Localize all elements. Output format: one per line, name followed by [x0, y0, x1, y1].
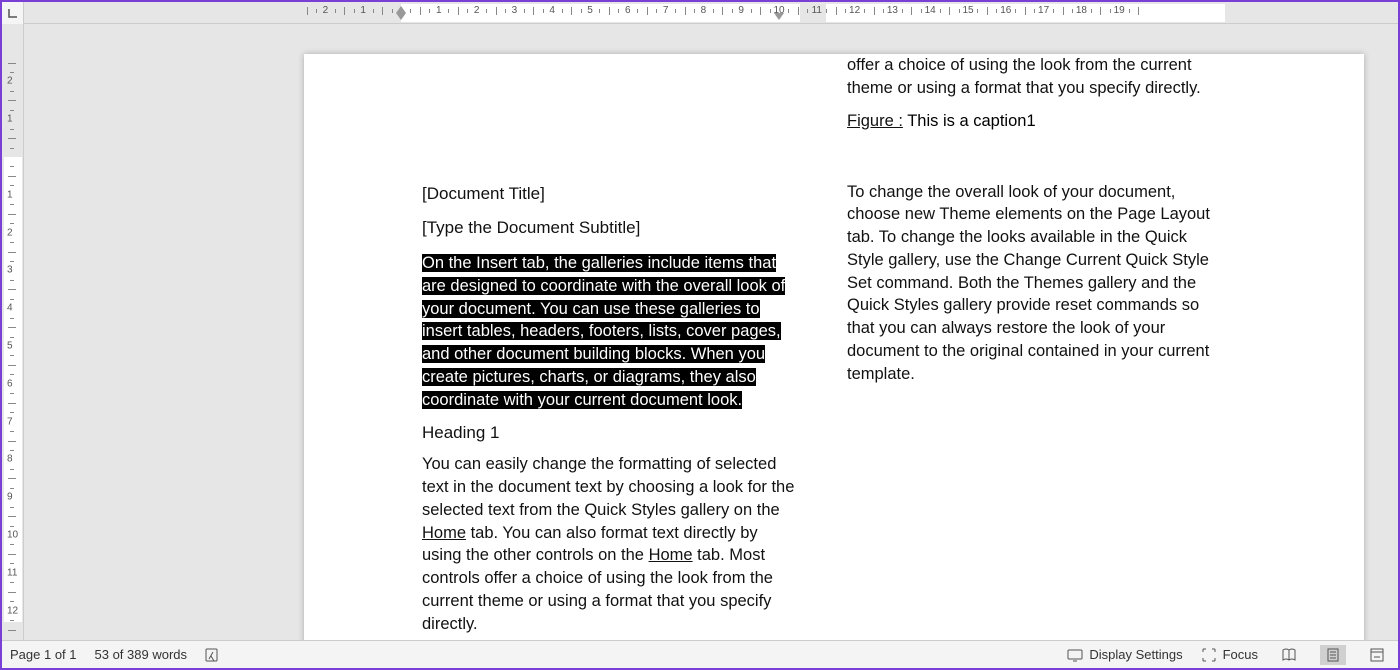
h-ruler-number: 15 — [962, 5, 973, 16]
v-ruler-number: 4 — [7, 303, 13, 314]
h-ruler-number: 14 — [925, 5, 936, 16]
v-ruler-number: 1 — [7, 189, 13, 200]
figure-caption-text: This is a caption1 — [903, 112, 1036, 130]
v-ruler-number: 2 — [7, 227, 13, 238]
v-ruler-number: 11 — [7, 567, 17, 578]
v-ruler-number: 10 — [7, 530, 18, 541]
v-ruler-number: 8 — [7, 454, 13, 465]
display-settings-button[interactable]: Display Settings — [1067, 647, 1182, 663]
h-ruler-number: 19 — [1114, 5, 1125, 16]
h-ruler-number: 12 — [849, 5, 860, 16]
v-ruler-number: 12 — [7, 605, 18, 616]
page: [Document Title] [Type the Document Subt… — [304, 54, 1364, 640]
focus-button[interactable]: Focus — [1201, 647, 1258, 663]
document-title-placeholder[interactable]: [Document Title] — [422, 184, 797, 204]
h-ruler-number: 2 — [474, 5, 480, 16]
h-ruler-number: 13 — [887, 5, 898, 16]
column-2: offer a choice of using the look from th… — [847, 54, 1222, 640]
paragraph-2-continuation[interactable]: offer a choice of using the look from th… — [847, 54, 1222, 100]
paragraph-3[interactable]: To change the overall look of your docum… — [847, 181, 1222, 386]
h-ruler-number: 17 — [1038, 5, 1049, 16]
v-ruler-number: 1 — [7, 114, 13, 125]
tab-stop-selector[interactable] — [2, 2, 24, 24]
v-ruler-number: 3 — [7, 265, 13, 276]
h-ruler-number: 6 — [625, 5, 631, 16]
web-layout-button[interactable] — [1364, 645, 1390, 665]
h-ruler-number: 5 — [587, 5, 593, 16]
document-subtitle-placeholder[interactable]: [Type the Document Subtitle] — [422, 218, 797, 238]
heading-1[interactable]: Heading 1 — [422, 423, 797, 443]
proofing-icon[interactable] — [205, 647, 221, 663]
vertical-ruler[interactable]: 21123456789101112 — [2, 24, 24, 640]
para2-text-pre: You can easily change the formatting of … — [422, 455, 794, 519]
h-ruler-number: 11 — [812, 5, 822, 16]
h-ruler-number: 18 — [1076, 5, 1087, 16]
h-ruler-number: 1 — [360, 5, 366, 16]
document-canvas[interactable]: [Document Title] [Type the Document Subt… — [24, 24, 1398, 640]
h-ruler-number: 7 — [663, 5, 669, 16]
h-ruler-number: 3 — [512, 5, 518, 16]
h-ruler-number: 2 — [323, 5, 329, 16]
print-layout-button[interactable] — [1320, 645, 1346, 665]
v-ruler-number: 2 — [7, 76, 13, 87]
selected-text[interactable]: On the Insert tab, the galleries include… — [422, 254, 785, 409]
v-ruler-number: 5 — [7, 341, 13, 352]
v-ruler-number: 6 — [7, 378, 13, 389]
v-ruler-number: 7 — [7, 416, 13, 427]
home-link-1[interactable]: Home — [422, 524, 466, 542]
h-ruler-number: 8 — [701, 5, 707, 16]
read-mode-button[interactable] — [1276, 645, 1302, 665]
h-ruler-number: 16 — [1000, 5, 1011, 16]
figure-caption[interactable]: Figure : This is a caption1 — [847, 112, 1222, 131]
column-1: [Document Title] [Type the Document Subt… — [422, 184, 797, 640]
home-link-2[interactable]: Home — [649, 546, 693, 564]
word-count[interactable]: 53 of 389 words — [95, 647, 188, 662]
figure-label-link[interactable]: Figure : — [847, 112, 903, 130]
page-content[interactable]: [Document Title] [Type the Document Subt… — [422, 184, 1246, 640]
h-ruler-number: 9 — [738, 5, 744, 16]
page-indicator[interactable]: Page 1 of 1 — [10, 647, 77, 662]
paragraph-selected[interactable]: On the Insert tab, the galleries include… — [422, 252, 797, 411]
h-ruler-number: 1 — [436, 5, 442, 16]
horizontal-ruler[interactable]: 2112345678910111213141516171819 — [2, 2, 1398, 24]
h-ruler-number: 4 — [549, 5, 555, 16]
v-ruler-number: 9 — [7, 492, 13, 503]
status-bar: Page 1 of 1 53 of 389 words Display Sett… — [2, 640, 1398, 668]
paragraph-2[interactable]: You can easily change the formatting of … — [422, 453, 797, 635]
